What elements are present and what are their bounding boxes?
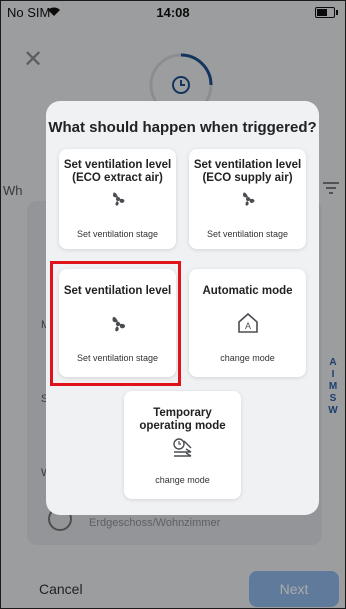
- option-title: Set ventilation level (ECO extract air): [63, 159, 172, 184]
- option-subtitle: Set ventilation stage: [206, 229, 289, 239]
- option-subtitle: change mode: [220, 353, 275, 363]
- option-subtitle: change mode: [155, 475, 210, 485]
- phone-screen: No SIM 14:08 ✕ Wh M S W A I M S W Erdges…: [0, 0, 346, 609]
- selection-highlight: [50, 261, 181, 386]
- timer-mode-icon: [171, 437, 195, 464]
- option-eco-supply-air[interactable]: Set ventilation level (ECO supply air) S…: [189, 149, 306, 249]
- option-title: Automatic mode: [202, 285, 293, 297]
- fan-icon: [108, 189, 128, 214]
- auto-mode-icon: A: [236, 311, 260, 340]
- option-automatic-mode[interactable]: Automatic mode A change mode: [189, 269, 306, 377]
- fan-icon: [238, 189, 258, 214]
- option-eco-extract-air[interactable]: Set ventilation level (ECO extract air) …: [59, 149, 176, 249]
- option-title: Temporary operating mode: [139, 407, 226, 432]
- option-temporary-operating-mode[interactable]: Temporary operating mode change mode: [124, 391, 241, 499]
- modal-title: What should happen when triggered?: [48, 119, 317, 136]
- option-title: Set ventilation level (ECO supply air): [193, 159, 302, 184]
- svg-text:A: A: [244, 321, 250, 331]
- option-subtitle: Set ventilation stage: [76, 229, 159, 239]
